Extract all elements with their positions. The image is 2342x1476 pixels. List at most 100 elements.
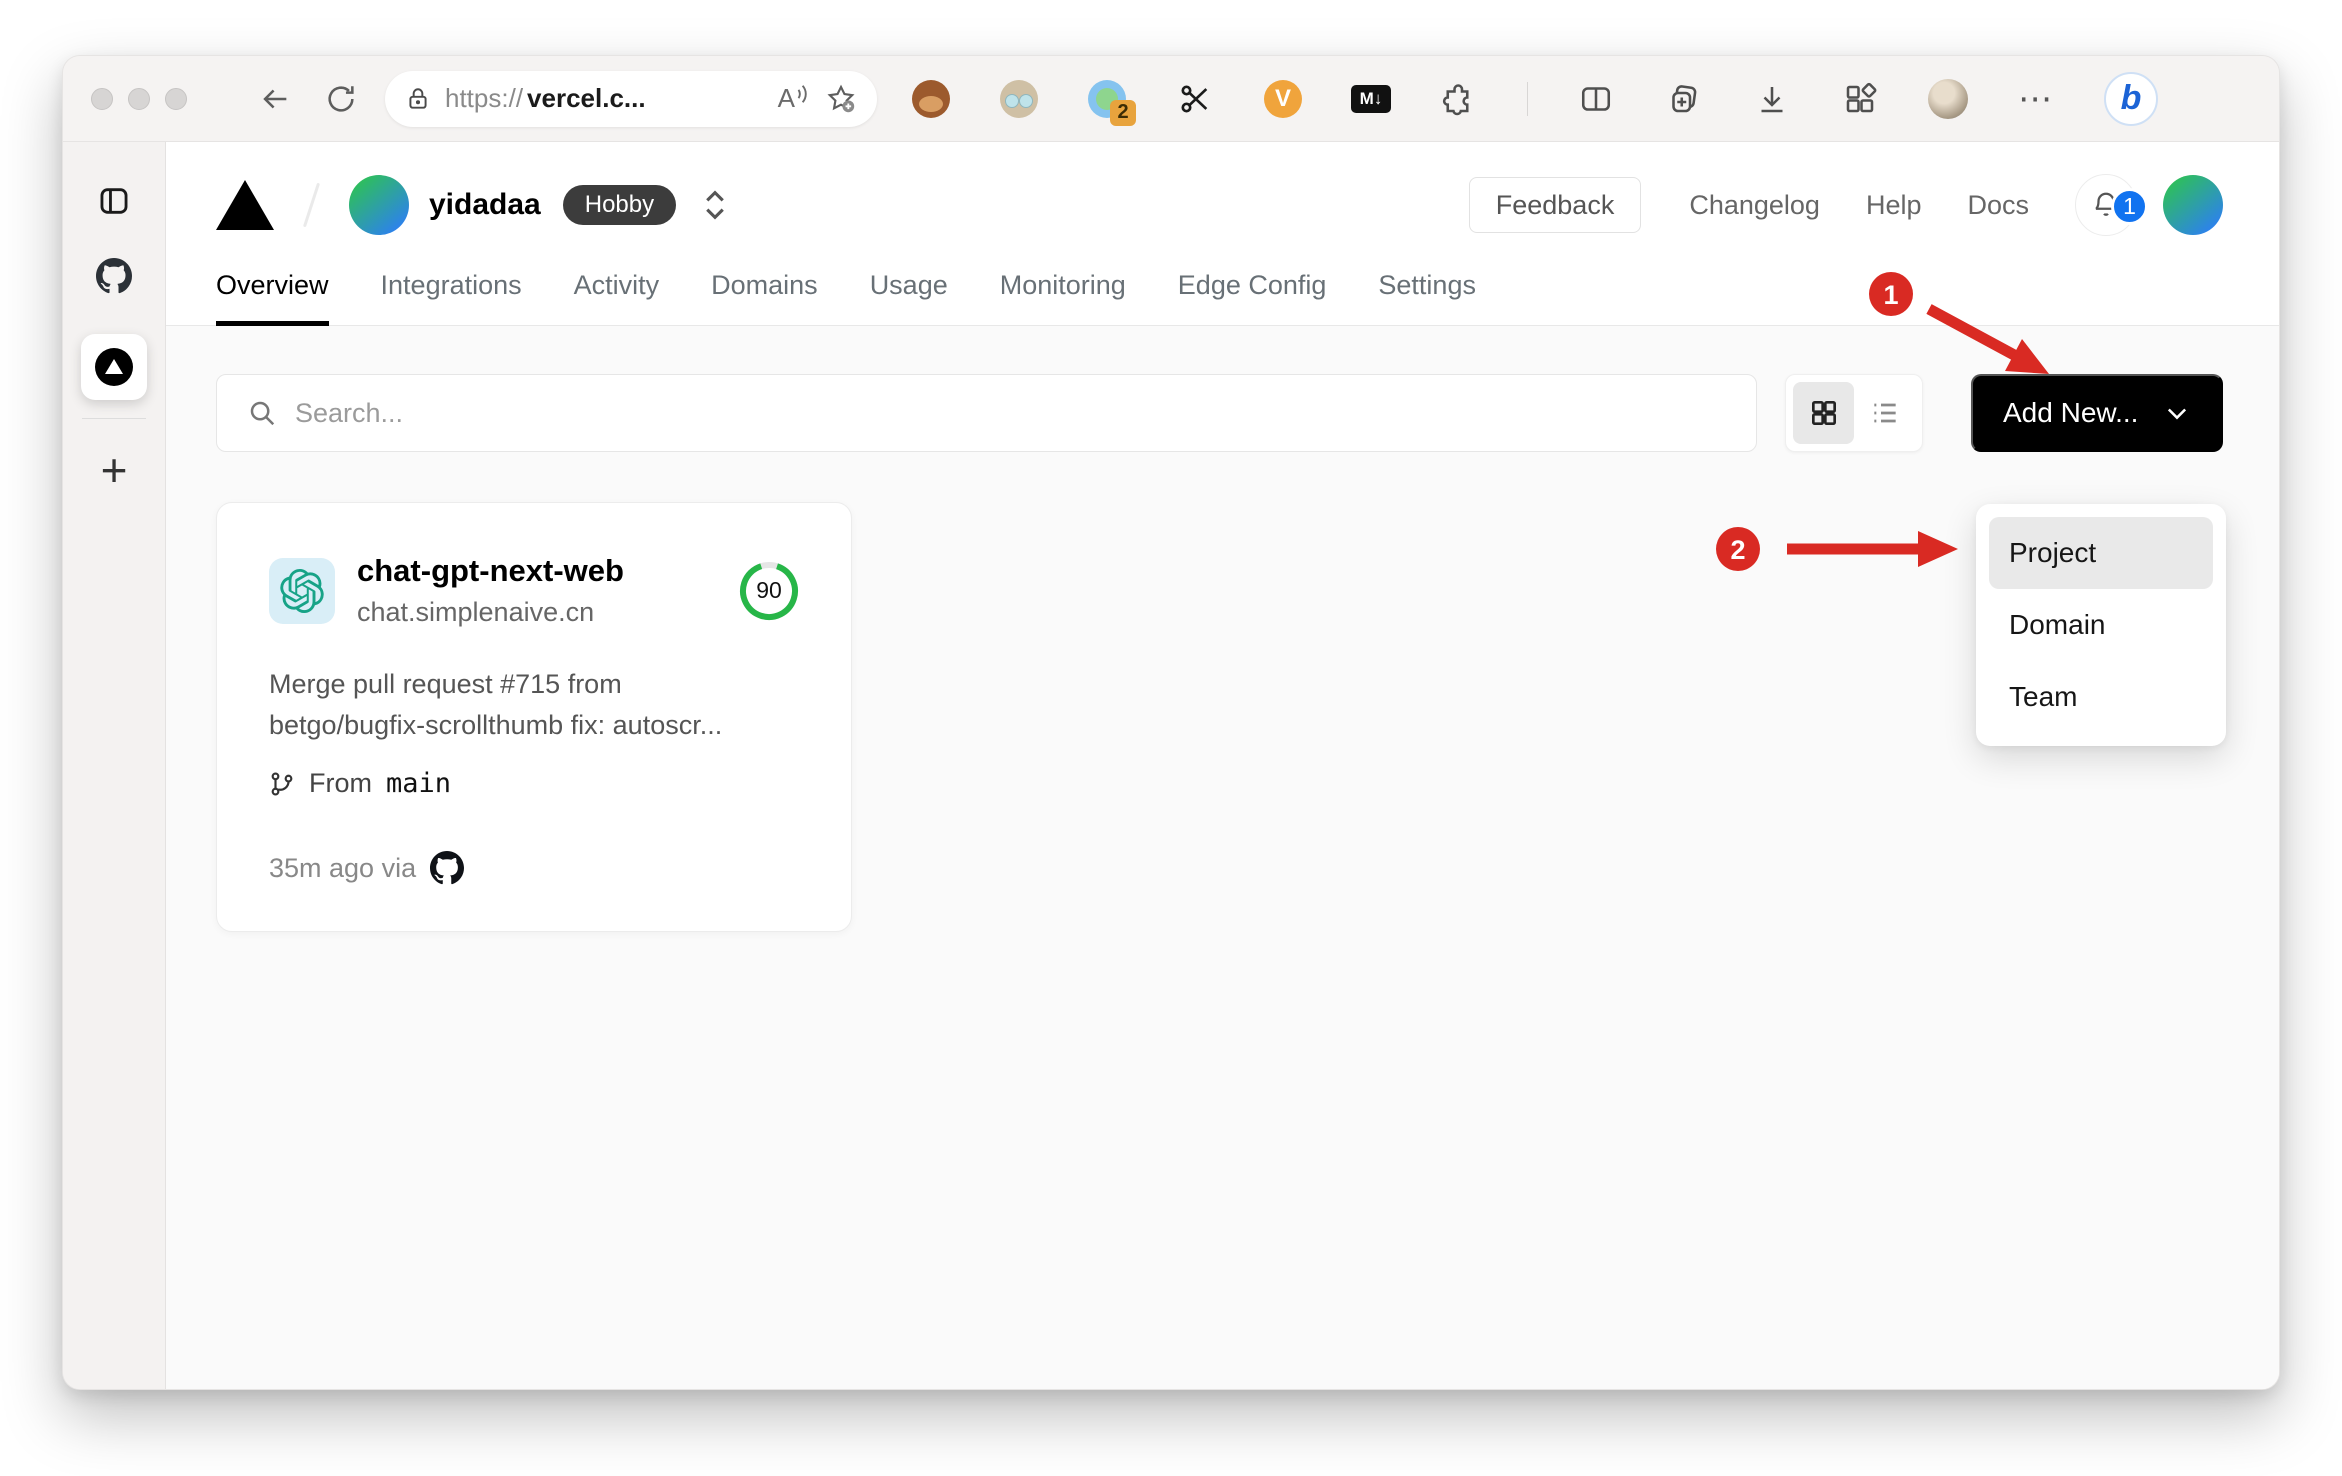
- read-aloud-button[interactable]: A: [778, 83, 811, 114]
- vercel-favicon: [95, 348, 133, 386]
- tampermonkey-extension-icon[interactable]: [911, 79, 951, 119]
- project-name[interactable]: chat-gpt-next-web: [357, 553, 624, 589]
- collections-button[interactable]: [1664, 79, 1704, 119]
- score-value: 90: [756, 577, 782, 603]
- proxy-extension-icon[interactable]: 2: [1087, 79, 1136, 126]
- view-toggle: [1785, 374, 1923, 452]
- team-avatar: [349, 175, 409, 235]
- tab-integrations[interactable]: Integrations: [381, 270, 522, 325]
- search-input[interactable]: [295, 397, 1740, 429]
- help-link[interactable]: Help: [1866, 190, 1922, 221]
- team-switcher-chevrons-icon[interactable]: [702, 188, 728, 222]
- openai-icon: [280, 568, 324, 613]
- apps-button[interactable]: [1840, 79, 1880, 119]
- sidebar-tab-github[interactable]: [96, 258, 132, 294]
- url-scheme: https://: [445, 83, 524, 113]
- dropdown-item-team[interactable]: Team: [1989, 661, 2213, 733]
- git-branch-icon: [271, 772, 293, 795]
- dropdown-item-domain[interactable]: Domain: [1989, 589, 2213, 661]
- window-controls: [91, 87, 187, 110]
- changelog-link[interactable]: Changelog: [1689, 190, 1820, 221]
- vercel-tabs: Overview Integrations Activity Domains U…: [216, 270, 2223, 326]
- notifications-button[interactable]: 1: [2075, 174, 2148, 236]
- zoom-window-button[interactable]: [165, 87, 187, 110]
- browser-body: + yidadaa Hobby Feedback Changelog Help …: [63, 142, 2279, 1389]
- proxy-badge: 2: [1110, 99, 1136, 126]
- back-arrow-icon: [263, 89, 287, 108]
- tab-monitoring[interactable]: Monitoring: [1000, 270, 1126, 325]
- new-tab-button[interactable]: +: [101, 447, 128, 493]
- read-aloud-waves-icon: [797, 85, 807, 103]
- scissors-extension-icon[interactable]: [1175, 79, 1215, 119]
- tab-activity[interactable]: Activity: [574, 270, 660, 325]
- project-card[interactable]: chat-gpt-next-web chat.simplenaive.cn 90: [216, 502, 852, 932]
- user-avatar[interactable]: [2163, 175, 2223, 235]
- project-domain[interactable]: chat.simplenaive.cn: [357, 597, 624, 628]
- grid-view-icon: [1811, 401, 1836, 425]
- address-bar[interactable]: https:// vercel.c... A: [385, 70, 877, 127]
- vercel-logo[interactable]: [216, 180, 274, 230]
- docs-link[interactable]: Docs: [1967, 190, 2029, 221]
- sidebar-panel-icon: [100, 188, 128, 214]
- tab-settings[interactable]: Settings: [1378, 270, 1476, 325]
- feedback-button[interactable]: Feedback: [1468, 177, 1642, 233]
- v-extension-icon[interactable]: V: [1263, 79, 1303, 119]
- tab-overview[interactable]: Overview: [216, 270, 329, 326]
- list-view-button[interactable]: [1854, 382, 1915, 444]
- plus-icon: +: [100, 444, 128, 496]
- sidebar-tab-vercel-active[interactable]: [81, 334, 147, 400]
- project-logo: [269, 557, 335, 624]
- branch-row: From main: [269, 768, 799, 799]
- minimize-window-button[interactable]: [128, 87, 150, 110]
- split-screen-button[interactable]: [1576, 79, 1616, 119]
- grid-view-button[interactable]: [1793, 382, 1854, 444]
- desktop: https:// vercel.c... A 2 V M↓ ⋯ b + yida…: [0, 0, 2342, 1476]
- extensions-row: 2 V M↓ ⋯ b: [911, 71, 2158, 126]
- search-icon: [250, 401, 275, 426]
- github-icon: [96, 258, 132, 294]
- extensions-puzzle-icon[interactable]: [1439, 79, 1479, 119]
- refresh-icon: [328, 85, 354, 112]
- github-icon: [430, 851, 465, 885]
- branch-prefix: From: [309, 768, 372, 798]
- refresh-button[interactable]: [319, 77, 363, 121]
- url-host: vercel.c...: [527, 83, 646, 113]
- favorite-star-icon[interactable]: [825, 83, 857, 115]
- granny-extension-icon[interactable]: [999, 79, 1039, 119]
- notification-count-badge: 1: [2111, 188, 2148, 225]
- downloads-button[interactable]: [1752, 79, 1792, 119]
- breadcrumb-slash: [302, 182, 321, 228]
- browser-toolbar: https:// vercel.c... A 2 V M↓ ⋯ b: [63, 56, 2279, 142]
- vercel-header: yidadaa Hobby Feedback Changelog Help Do…: [166, 142, 2279, 326]
- sidebar-divider: [82, 418, 146, 419]
- chevron-down-icon: [2167, 408, 2187, 420]
- vercel-page: yidadaa Hobby Feedback Changelog Help Do…: [166, 142, 2279, 1389]
- tab-domains[interactable]: Domains: [711, 270, 818, 325]
- deploy-meta: 35m ago via: [269, 852, 417, 883]
- profile-avatar[interactable]: [1928, 78, 1968, 119]
- close-window-button[interactable]: [91, 87, 113, 110]
- list-view-icon: [1873, 403, 1896, 423]
- sidebar-toggle-button[interactable]: [97, 184, 131, 218]
- markdown-extension-icon[interactable]: M↓: [1351, 79, 1391, 119]
- lock-icon: [409, 87, 427, 109]
- plan-badge: Hobby: [562, 185, 677, 225]
- tab-edge-config[interactable]: Edge Config: [1178, 270, 1327, 325]
- add-new-label: Add New...: [2003, 397, 2139, 428]
- branch-name: main: [386, 768, 452, 799]
- browser-window: https:// vercel.c... A 2 V M↓ ⋯ b + yida…: [62, 55, 2280, 1390]
- back-button[interactable]: [253, 77, 297, 121]
- add-new-button[interactable]: Add New...: [1971, 374, 2223, 452]
- dropdown-item-project[interactable]: Project: [1989, 517, 2213, 589]
- settings-menu-button[interactable]: ⋯: [2016, 79, 2056, 119]
- toolbar-divider: [1527, 81, 1528, 116]
- overview-content: Add New... chat-gpt-next-web ch: [166, 326, 2279, 1389]
- read-aloud-icon: A: [777, 83, 795, 113]
- tab-usage[interactable]: Usage: [870, 270, 948, 325]
- ellipsis-icon: ⋯: [2018, 79, 2054, 118]
- commit-message: Merge pull request #715 from betgo/bugfi…: [269, 669, 723, 740]
- score-ring: 90: [739, 561, 799, 621]
- bing-chat-button[interactable]: b: [2104, 71, 2158, 126]
- search-box[interactable]: [216, 374, 1757, 452]
- edge-sidebar: +: [63, 142, 166, 1389]
